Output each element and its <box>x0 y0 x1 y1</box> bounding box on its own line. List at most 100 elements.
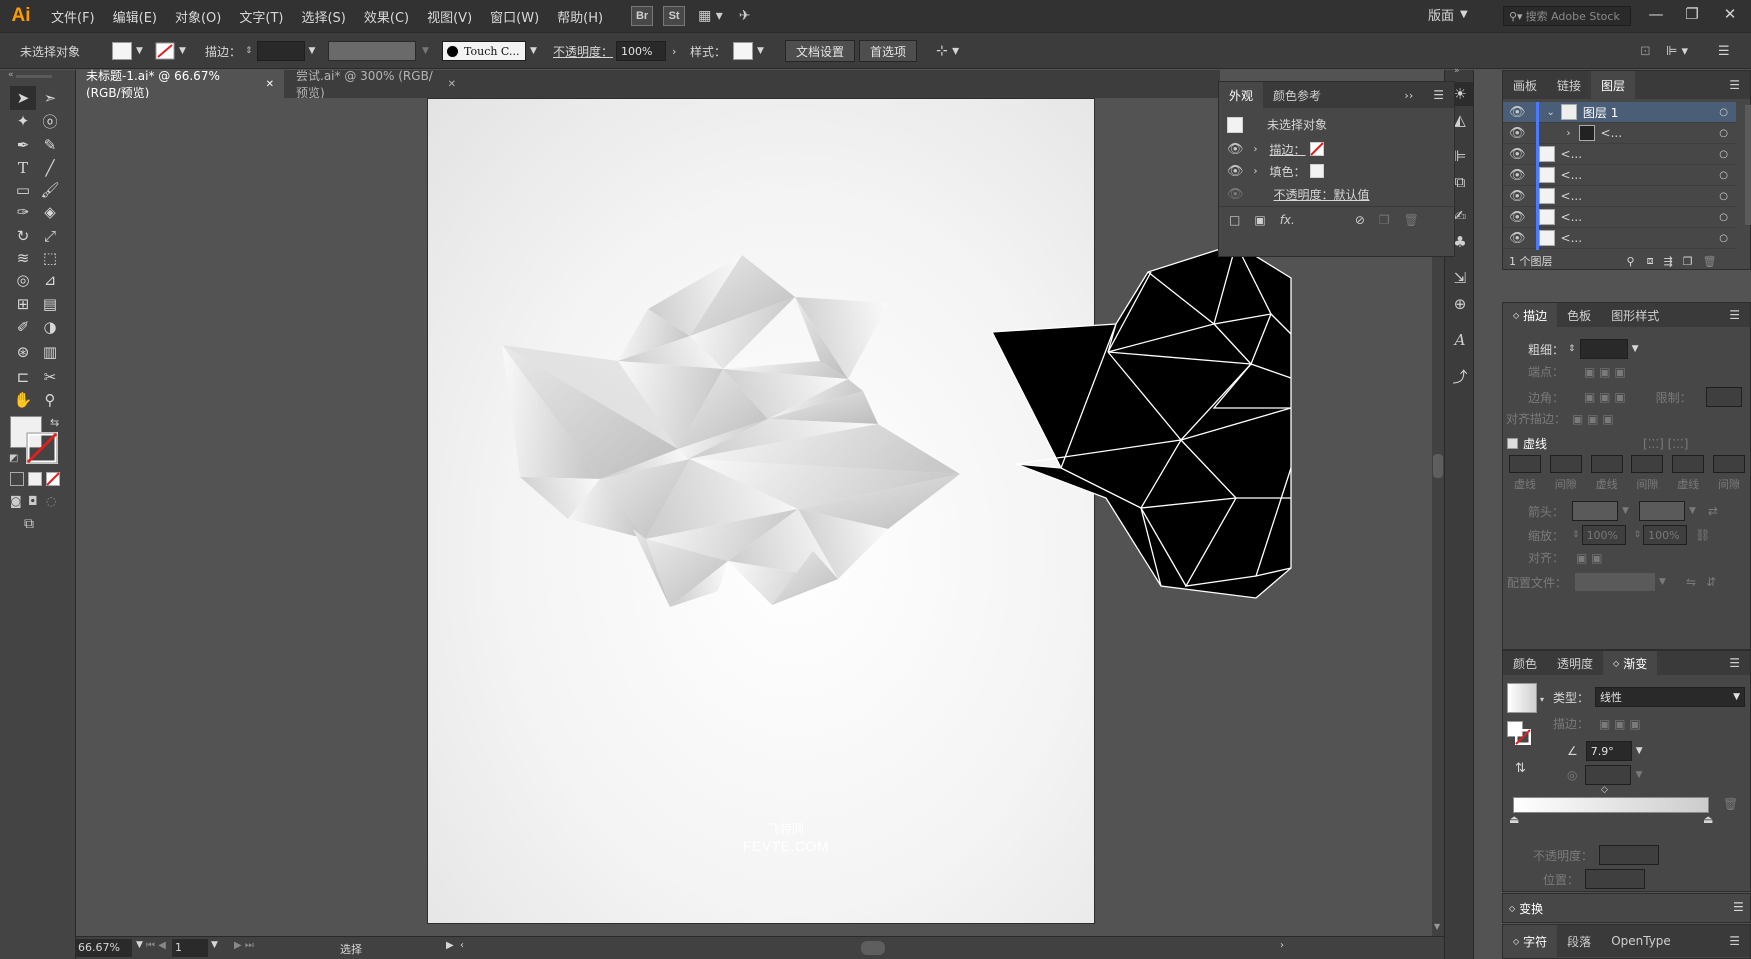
dash-gap-input[interactable] <box>1549 455 1582 473</box>
target-icon[interactable]: ○ <box>1719 149 1728 160</box>
tab-character[interactable]: ◇ 字符 <box>1503 925 1558 957</box>
visibility-eye-icon[interactable]: 👁 <box>1509 147 1526 162</box>
tab-appearance[interactable]: 外观 <box>1219 82 1264 108</box>
dash-gap-input[interactable] <box>1590 455 1623 473</box>
target-icon[interactable]: ○ <box>1719 170 1728 181</box>
visibility-eye-icon[interactable]: 👁 <box>1509 189 1526 204</box>
menu-item[interactable]: 窗口(W) <box>481 7 548 26</box>
transform-panel-collapsed[interactable]: ◇ 变换 ☰ <box>1502 893 1751 923</box>
color-mode-icon[interactable] <box>10 472 24 486</box>
lasso-tool-icon[interactable]: ⓞ <box>37 109 63 133</box>
eyedropper-tool-icon[interactable]: ✐ <box>10 315 36 339</box>
opacity-input[interactable]: 100% <box>616 41 666 61</box>
preferences-button[interactable]: 首选项 <box>859 40 918 62</box>
rotate-tool-icon[interactable]: ↻ <box>10 224 36 248</box>
tab-opentype[interactable]: OpenType <box>1601 925 1681 957</box>
chevron-right-icon[interactable]: › <box>1254 144 1258 155</box>
graphic-style-picker[interactable]: ▼ <box>733 40 764 62</box>
brush-definition[interactable]: Touch C... ▼ <box>442 40 537 62</box>
stock-search-box[interactable]: ⚲▾ 搜索 Adobe Stock <box>1503 6 1631 26</box>
sublayer-name[interactable]: <... <box>1561 210 1583 224</box>
shaper-tool-icon[interactable]: ✑ <box>10 200 36 224</box>
blend-tool-icon[interactable]: ◑ <box>37 315 63 339</box>
zoom-field[interactable]: 66.67% <box>76 939 132 957</box>
fill-swatch-control[interactable]: ▼ <box>112 40 143 62</box>
chevron-down-icon[interactable]: ▼ <box>1659 577 1666 587</box>
appearance-opacity-row[interactable]: 👁 不透明度：默认值 <box>1227 184 1449 204</box>
stepper-icon[interactable]: ⇕ <box>1568 344 1576 354</box>
artboard-number-field[interactable]: 1 <box>172 939 208 957</box>
stepper-icon[interactable]: ⇕ <box>1572 530 1580 540</box>
default-colors-icon[interactable]: ◩ <box>9 453 18 464</box>
document-setup-button[interactable]: 文档设置 <box>785 40 856 62</box>
close-window-button[interactable]: ✕ <box>1710 0 1750 28</box>
menu-item[interactable]: 文字(T) <box>230 7 292 26</box>
layer-name[interactable]: 图层 1 <box>1583 104 1618 121</box>
chevron-down-icon[interactable]: ▼ <box>211 940 218 950</box>
libraries-panel-icon[interactable]: ⊕ <box>1447 292 1473 316</box>
chevron-down-icon[interactable]: ▼ <box>1434 922 1440 931</box>
line-segment-tool-icon[interactable]: ╱ <box>37 156 63 180</box>
stroke-color-box[interactable] <box>26 432 58 464</box>
dash-gap-input[interactable] <box>1631 455 1664 473</box>
status-menu-arrow[interactable]: ▶ <box>446 940 454 951</box>
miter-limit-field[interactable] <box>1705 387 1742 407</box>
dashed-line-checkbox[interactable] <box>1507 438 1518 449</box>
tab-artboards[interactable]: 画板 <box>1503 71 1547 99</box>
draw-behind-icon[interactable]: ◘ <box>28 494 38 508</box>
scroll-left-icon[interactable]: ‹ <box>460 940 464 951</box>
transform-icon[interactable]: ⊡ <box>1640 40 1651 62</box>
export-panel-icon[interactable]: ⤴ <box>1447 364 1473 388</box>
target-icon[interactable]: ○ <box>1719 191 1728 202</box>
visibility-eye-icon[interactable]: 👁 <box>1509 231 1526 246</box>
curvature-tool-icon[interactable]: ✎ <box>37 133 63 157</box>
flip-across-icon[interactable]: ⇵ <box>1706 575 1716 589</box>
target-icon[interactable]: ○ <box>1719 128 1728 139</box>
gradient-slider[interactable] <box>1513 797 1709 813</box>
stepper-icon[interactable]: ⇕ <box>1634 530 1642 540</box>
tab-untitled-1[interactable]: 未标题-1.ai* @ 66.67% (RGB/预览) ✕ <box>76 69 284 100</box>
variable-width-profile[interactable]: ▼ <box>328 40 429 62</box>
menu-item[interactable]: 效果(C) <box>355 7 418 26</box>
paintbrush-tool-icon[interactable]: 🖌 <box>37 178 63 202</box>
stroke-weight-input[interactable] <box>256 41 305 61</box>
panel-menu-icon[interactable]: ☰ <box>1719 651 1750 675</box>
locate-object-icon[interactable]: ⚲ <box>1627 255 1635 268</box>
toolbar-grip[interactable] <box>16 75 52 78</box>
free-transform-tool-icon[interactable]: ⬚ <box>37 246 63 270</box>
target-icon[interactable]: ○ <box>1719 233 1728 244</box>
corner-buttons[interactable]: ▣ ▣ ▣ <box>1584 390 1626 404</box>
panel-menu-icon[interactable]: ☰ <box>1718 40 1730 62</box>
midpoint-diamond-icon[interactable]: ◇ <box>1601 785 1608 795</box>
panel-menu-icon[interactable]: ☰ <box>1719 925 1750 957</box>
sublayer-name[interactable]: <... <box>1561 168 1583 182</box>
tab-stroke[interactable]: ◇ 描边 <box>1503 303 1558 327</box>
duplicate-item-icon[interactable]: ❐ <box>1379 213 1390 227</box>
chevron-down-icon[interactable]: ▾ <box>1540 695 1544 704</box>
tab-trial-ai[interactable]: 尝试.ai* @ 300% (RGB/预览) ✕ <box>286 69 466 100</box>
trash-icon[interactable]: 🗑 <box>1703 255 1717 268</box>
direct-selection-tool-icon[interactable]: ➣ <box>37 86 63 110</box>
gradient-tool-icon[interactable]: ▤ <box>37 292 63 316</box>
menu-item[interactable]: 选择(S) <box>292 7 354 26</box>
trash-icon[interactable]: 🗑 <box>1723 797 1738 811</box>
sublayer-name[interactable]: <... <box>1561 189 1583 203</box>
tab-paragraph[interactable]: 段落 <box>1557 925 1601 957</box>
maximize-button[interactable]: ❐ <box>1672 0 1712 28</box>
gradient-mode-icon[interactable] <box>28 472 42 486</box>
panel-menu-icon[interactable]: ☰ <box>1719 303 1750 327</box>
visibility-eye-icon[interactable]: 👁 <box>1509 105 1526 120</box>
sublayer-row[interactable]: 👁›<...○ <box>1503 227 1736 249</box>
magic-wand-tool-icon[interactable]: ✦ <box>10 109 36 133</box>
visibility-eye-icon[interactable]: 👁 <box>1227 142 1244 157</box>
tab-gradient[interactable]: ◇ 渐变 <box>1603 651 1658 675</box>
none-mode-icon[interactable] <box>46 472 60 486</box>
clear-appearance-icon[interactable]: ⊘ <box>1355 213 1365 227</box>
arrow-align-buttons[interactable]: ▣ ▣ <box>1576 551 1603 565</box>
gpu-rocket-icon[interactable]: ✈ <box>739 8 751 24</box>
link-scale-icon[interactable]: ⛓ <box>1695 528 1710 542</box>
low-poly-black-wireframe-artwork[interactable] <box>986 238 1296 608</box>
mesh-tool-icon[interactable]: ⊞ <box>10 292 36 316</box>
tab-color-guide[interactable]: 颜色参考 <box>1263 82 1331 108</box>
artboard-nav-first-prev[interactable]: ⏮ ◀ <box>146 940 166 951</box>
